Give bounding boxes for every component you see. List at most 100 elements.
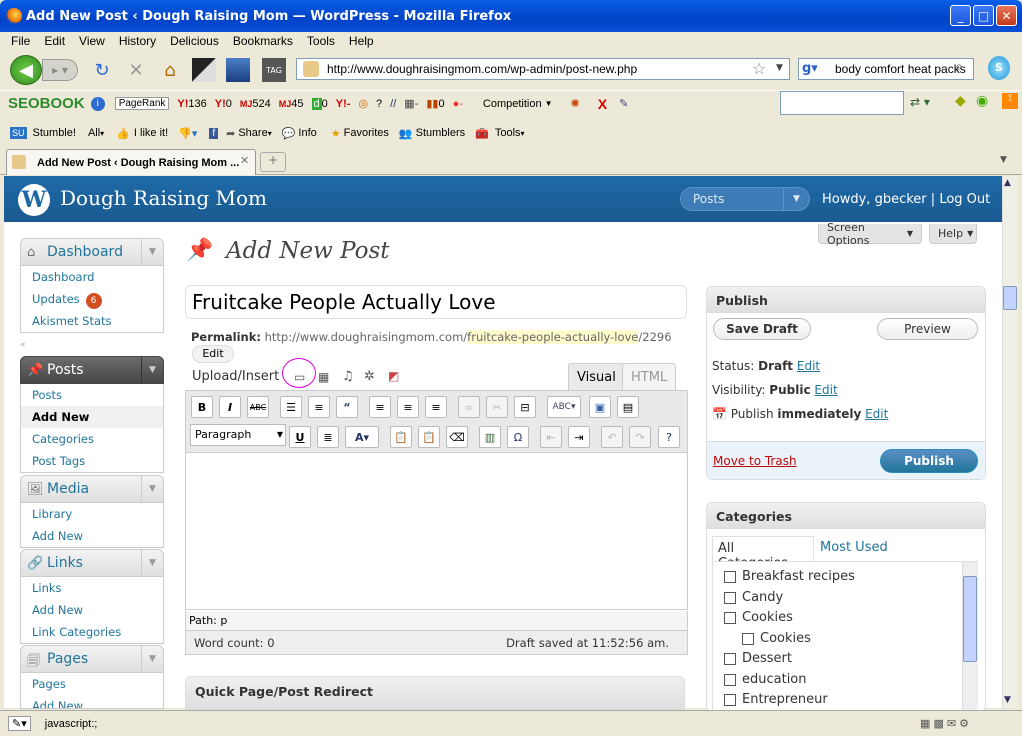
add-media-icon[interactable]: ✲ (364, 369, 375, 384)
submenu-item-pages-add-new[interactable]: Add New (21, 695, 163, 708)
spellcheck-button[interactable]: ABC▾ (547, 396, 581, 418)
justify-button[interactable]: ≣ (317, 426, 339, 448)
underline-button[interactable]: U (289, 426, 311, 448)
submenu-item-updates[interactable]: Updates 6 (21, 288, 163, 310)
screenshot-icon[interactable] (192, 58, 216, 82)
scroll-up-icon[interactable]: ▲ (1004, 178, 1011, 188)
submenu-item-library[interactable]: Library (21, 503, 163, 525)
slash-icon[interactable]: // (390, 98, 396, 110)
user-link[interactable]: gbecker (875, 192, 927, 207)
move-to-trash-link[interactable]: Move to Trash (713, 454, 797, 468)
url-dropdown-icon[interactable]: ▼ (776, 63, 783, 73)
unlink-button[interactable]: ✂ (486, 396, 508, 418)
green-icon[interactable]: ◉ (976, 93, 988, 109)
submenu-item-links[interactable]: Links (21, 577, 163, 599)
tag-icon[interactable]: TAG (262, 58, 286, 82)
search-icon[interactable]: ⌕ (955, 59, 963, 75)
link-button[interactable]: ∞ (458, 396, 480, 418)
italic-button[interactable]: I (219, 396, 241, 418)
numbered-list-button[interactable]: ≡ (308, 396, 330, 418)
menu-history[interactable]: History (112, 34, 163, 48)
chevron-down-icon[interactable]: ▼ (141, 550, 163, 576)
help-icon[interactable]: ? (658, 426, 680, 448)
yahoo-links[interactable]: 0 (226, 98, 232, 110)
toolbar-search-input[interactable] (780, 91, 904, 115)
category-checkbox[interactable] (724, 611, 736, 624)
maximize-button[interactable]: □ (973, 5, 994, 26)
favorites-dropdown[interactable]: Posts ▼ (680, 187, 810, 211)
align-left-button[interactable]: ≡ (369, 396, 391, 418)
share-button[interactable]: Share (238, 127, 267, 139)
tab-most-used[interactable]: Most Used (820, 540, 888, 555)
category-checkbox[interactable] (742, 632, 754, 645)
firefly-icon[interactable]: ✺ (571, 97, 580, 110)
plugin-icon[interactable]: ◩ (388, 369, 399, 383)
menu-help[interactable]: Help (342, 34, 381, 48)
seobook-logo[interactable]: SEOBOOK (8, 95, 85, 112)
add-video-icon[interactable]: ▦ (318, 370, 329, 384)
x-icon[interactable]: X (598, 96, 607, 112)
chevron-down-icon[interactable]: ▼ (141, 239, 163, 265)
menu-tools[interactable]: Tools (300, 34, 342, 48)
category-checkbox[interactable] (724, 673, 736, 686)
more-button[interactable]: ⊟ (514, 396, 536, 418)
wordpress-logo-icon[interactable]: W (18, 184, 50, 216)
undo-button[interactable]: ↶ (601, 426, 623, 448)
forward-button[interactable]: ▸ ▾ (42, 59, 78, 81)
tools-button[interactable]: Tools (495, 127, 521, 139)
submenu-item-pages[interactable]: Pages (21, 673, 163, 695)
yahoo-count[interactable]: 136 (188, 98, 206, 110)
add-image-icon[interactable]: ▭ (294, 370, 305, 384)
submenu-item-links-add-new[interactable]: Add New (21, 599, 163, 621)
category-item[interactable]: Entrepreneur (724, 692, 828, 707)
text-color-button[interactable]: A▾ (345, 426, 379, 448)
submenu-item-dashboard[interactable]: Dashboard (21, 266, 163, 288)
permalink-edit-button[interactable]: Edit (192, 345, 234, 363)
search-input[interactable]: body comfort heat packs (798, 58, 974, 80)
logout-link[interactable]: Log Out (939, 192, 990, 207)
menu-pages[interactable]: 🗐 Pages ▼ (20, 645, 164, 673)
categories-box-title[interactable]: Categories (707, 503, 985, 529)
menu-view[interactable]: View (72, 34, 112, 48)
chevron-down-icon[interactable]: ▼ (141, 476, 163, 502)
stumble-button[interactable]: Stumble! (33, 127, 76, 139)
thumbs-down-icon[interactable]: 👎▾ (178, 127, 197, 140)
pagerank-indicator[interactable]: PageRank (114, 97, 170, 110)
sun-icon[interactable]: ●- (453, 98, 463, 110)
category-checkbox[interactable] (724, 693, 736, 706)
bullet-list-button[interactable]: ☰ (280, 396, 302, 418)
toolbar-go-icon[interactable]: ⇄ ▾ (910, 95, 930, 109)
menu-bookmarks[interactable]: Bookmarks (226, 34, 300, 48)
category-checkbox[interactable] (724, 591, 736, 604)
all-dropdown[interactable]: All (88, 127, 100, 139)
category-scroll-thumb[interactable] (963, 576, 977, 662)
menu-posts[interactable]: 📌 Posts ▼ (20, 356, 164, 384)
new-tab-button[interactable]: + (260, 152, 286, 172)
preview-button[interactable]: Preview (877, 318, 978, 340)
category-item[interactable]: Dessert (724, 651, 792, 666)
bookmark-star-icon[interactable]: ☆ (752, 59, 766, 78)
chevron-down-icon[interactable]: ▼ (141, 646, 163, 672)
address-bar[interactable]: http://www.doughraisingmom.com/wp-admin/… (296, 58, 790, 80)
paste-word-button[interactable]: 📋 (418, 426, 440, 448)
category-item[interactable]: Cookies (742, 631, 811, 646)
close-button[interactable]: ✕ (996, 5, 1017, 26)
align-right-button[interactable]: ≡ (425, 396, 447, 418)
submenu-item-media-add-new[interactable]: Add New (21, 525, 163, 547)
menu-links[interactable]: 🔗 Links ▼ (20, 549, 164, 577)
embed-media-button[interactable]: ▥ (479, 426, 501, 448)
remove-format-button[interactable]: ⌫ (446, 426, 468, 448)
stop-icon[interactable]: ✕ (124, 58, 148, 82)
submenu-item-akismet[interactable]: Akismet Stats (21, 310, 163, 332)
tab-list-icon[interactable]: ▼ (1000, 155, 1007, 165)
competition-menu[interactable]: Competition (483, 98, 542, 110)
help-button[interactable]: Help ▼ (929, 224, 977, 244)
category-checkbox[interactable] (724, 570, 736, 583)
publish-button[interactable]: Publish (880, 449, 978, 473)
kitchen-sink-button[interactable]: ▤ (617, 396, 639, 418)
favorites-button[interactable]: Favorites (344, 127, 389, 139)
screen-options-button[interactable]: Screen Options ▼ (818, 221, 922, 247)
d-count[interactable]: 0 (322, 98, 328, 110)
google-icon[interactable]: g▾ (802, 61, 818, 76)
target-icon[interactable]: ◎ (358, 97, 368, 110)
